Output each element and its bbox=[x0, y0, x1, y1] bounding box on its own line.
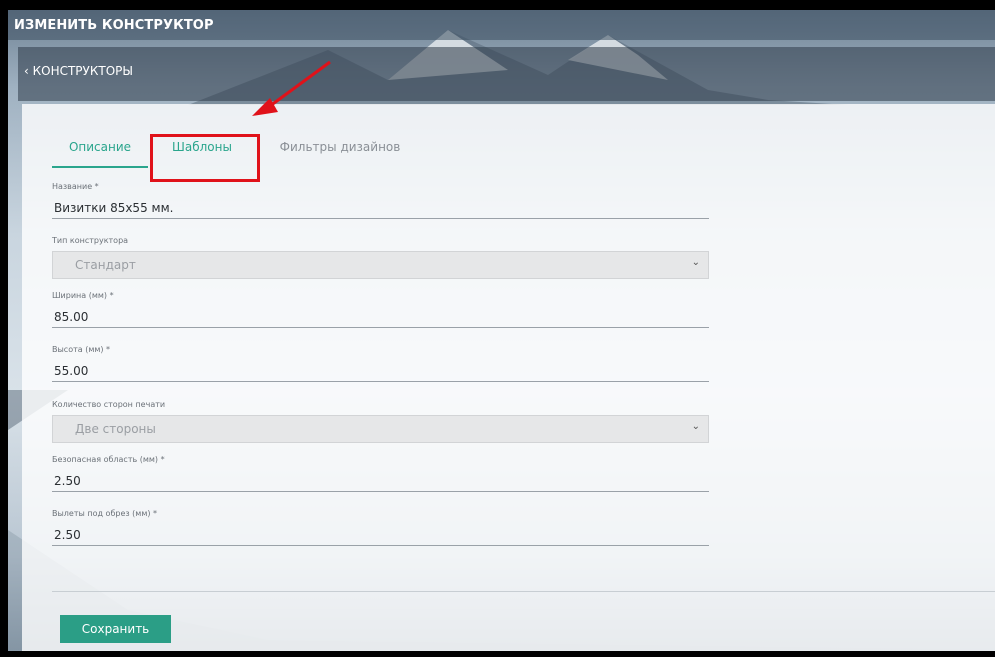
highlight-box bbox=[150, 134, 260, 182]
bleed-label: Вылеты под обрез (мм) * bbox=[52, 509, 158, 518]
height-input[interactable] bbox=[52, 360, 709, 382]
safe-area-input[interactable] bbox=[52, 470, 709, 492]
width-input[interactable] bbox=[52, 306, 709, 328]
type-select[interactable]: Стандарт ⌄ bbox=[52, 251, 709, 279]
breadcrumb-bar bbox=[18, 47, 995, 101]
tab-design-filters[interactable]: Фильтры дизайнов bbox=[270, 132, 410, 166]
field-name: Название * bbox=[52, 182, 709, 219]
chevron-down-icon: ⌄ bbox=[691, 257, 700, 268]
back-to-constructors-link[interactable]: ‹ КОНСТРУКТОРЫ bbox=[24, 64, 133, 78]
field-bleed: Вылеты под обрез (мм) * bbox=[52, 509, 709, 546]
field-safe-area: Безопасная область (мм) * bbox=[52, 455, 709, 492]
field-sides: Количество сторон печати Две стороны ⌄ bbox=[52, 400, 709, 443]
page-title: ИЗМЕНИТЬ КОНСТРУКТОР bbox=[14, 18, 214, 33]
bleed-input[interactable] bbox=[52, 524, 709, 546]
type-label: Тип конструктора bbox=[52, 236, 129, 245]
field-height: Высота (мм) * bbox=[52, 345, 709, 382]
app-window: ИЗМЕНИТЬ КОНСТРУКТОР ‹ КОНСТРУКТОРЫ Опис… bbox=[8, 10, 995, 651]
safe-area-label: Безопасная область (мм) * bbox=[52, 455, 165, 464]
tab-description[interactable]: Описание bbox=[52, 132, 148, 168]
screenshot-frame: ИЗМЕНИТЬ КОНСТРУКТОР ‹ КОНСТРУКТОРЫ Опис… bbox=[0, 0, 995, 657]
title-bar: ИЗМЕНИТЬ КОНСТРУКТОР bbox=[8, 10, 995, 40]
field-width: Ширина (мм) * bbox=[52, 291, 709, 328]
width-label: Ширина (мм) * bbox=[52, 291, 114, 300]
form-divider bbox=[52, 591, 995, 592]
sides-label: Количество сторон печати bbox=[52, 400, 166, 409]
name-input[interactable] bbox=[52, 197, 709, 219]
name-label: Название * bbox=[52, 182, 99, 191]
sides-select[interactable]: Две стороны ⌄ bbox=[52, 415, 709, 443]
field-type: Тип конструктора Стандарт ⌄ bbox=[52, 236, 709, 279]
sides-value: Две стороны bbox=[75, 422, 156, 436]
height-label: Высота (мм) * bbox=[52, 345, 111, 354]
type-value: Стандарт bbox=[75, 258, 136, 272]
chevron-down-icon: ⌄ bbox=[691, 421, 700, 432]
save-button[interactable]: Сохранить bbox=[60, 615, 171, 643]
